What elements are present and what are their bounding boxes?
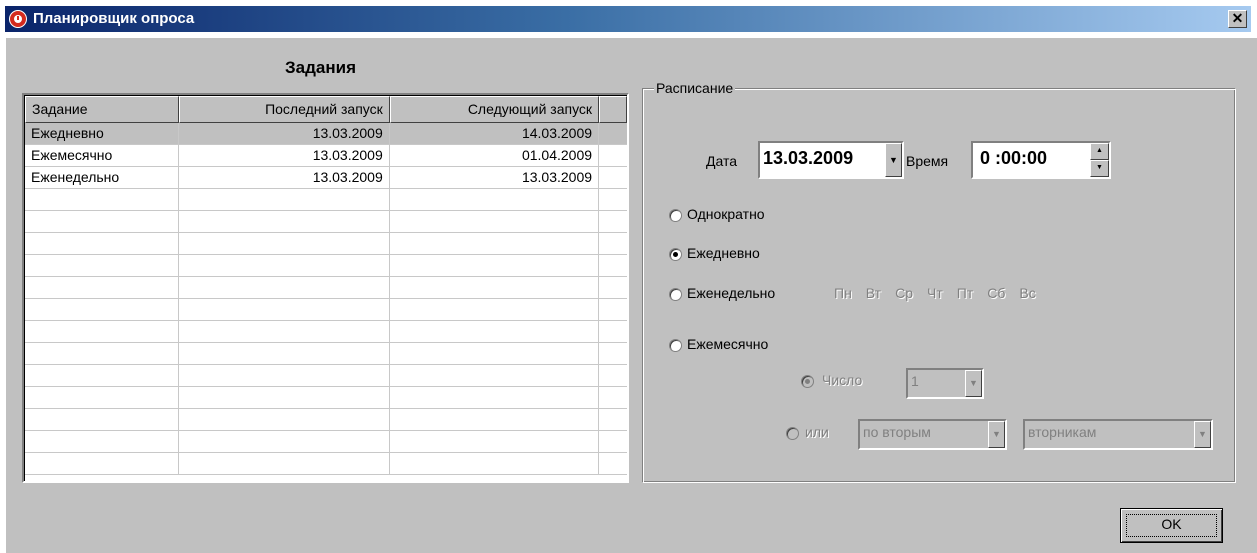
time-spinner[interactable]: 0 :00:00 ▲ ▼ bbox=[971, 141, 1111, 179]
table-row-empty[interactable] bbox=[25, 211, 627, 233]
title-bar-caption[interactable]: Планировщик опроса ✕ bbox=[5, 6, 1251, 32]
task-name: Еженедельно bbox=[25, 167, 180, 188]
task-name: Ежемесячно bbox=[25, 145, 180, 166]
radio-day-number[interactable] bbox=[801, 375, 814, 388]
radio-weekly-label[interactable]: Еженедельно bbox=[687, 285, 775, 301]
column-header-filler bbox=[599, 96, 627, 123]
table-row-empty[interactable] bbox=[25, 277, 627, 299]
title-bar: Планировщик опроса ✕ bbox=[0, 0, 1257, 38]
weekday-select[interactable]: вторникам ▼ bbox=[1023, 419, 1213, 450]
weekday-sat[interactable]: Сб bbox=[987, 285, 1005, 301]
window-title: Планировщик опроса bbox=[33, 10, 195, 27]
table-row-empty[interactable] bbox=[25, 387, 627, 409]
table-row-empty[interactable] bbox=[25, 233, 627, 255]
table-row-empty[interactable] bbox=[25, 431, 627, 453]
chevron-down-icon: ▼ bbox=[889, 155, 898, 165]
chevron-down-icon: ▼ bbox=[969, 378, 978, 388]
task-next-run: 14.03.2009 bbox=[390, 123, 600, 144]
table-header: Задание Последний запуск Следующий запус… bbox=[25, 96, 627, 123]
day-number-select[interactable]: 1 ▼ bbox=[906, 368, 984, 399]
close-button[interactable]: ✕ bbox=[1228, 10, 1247, 28]
day-number-value: 1 bbox=[911, 373, 919, 389]
table-body: Ежедневно 13.03.2009 14.03.2009 Ежемесяч… bbox=[25, 123, 627, 475]
weekday-dropdown-button[interactable]: ▼ bbox=[1194, 421, 1211, 448]
radio-weekly[interactable] bbox=[669, 288, 682, 301]
table-row-empty[interactable] bbox=[25, 189, 627, 211]
weekday-thu[interactable]: Чт bbox=[927, 285, 943, 301]
radio-daily[interactable] bbox=[669, 248, 682, 261]
weekday-value: вторникам bbox=[1028, 424, 1097, 440]
focus-rectangle bbox=[1126, 514, 1217, 537]
radio-daily-label[interactable]: Ежедневно bbox=[687, 245, 760, 261]
table-row[interactable]: Ежемесячно 13.03.2009 01.04.2009 bbox=[25, 145, 627, 167]
radio-once[interactable] bbox=[669, 209, 682, 222]
ok-button[interactable]: OK bbox=[1120, 508, 1223, 543]
chevron-down-icon: ▼ bbox=[992, 429, 1001, 439]
table-row[interactable]: Еженедельно 13.03.2009 13.03.2009 bbox=[25, 167, 627, 189]
table-row-empty[interactable] bbox=[25, 365, 627, 387]
radio-monthly[interactable] bbox=[669, 339, 682, 352]
task-name: Ежедневно bbox=[25, 123, 180, 144]
date-label: Дата bbox=[706, 153, 738, 169]
table-row-empty[interactable] bbox=[25, 409, 627, 431]
task-next-run: 13.03.2009 bbox=[390, 167, 600, 188]
chevron-down-icon: ▼ bbox=[1198, 429, 1207, 439]
time-up-button[interactable]: ▲ bbox=[1090, 143, 1109, 160]
weekday-wed[interactable]: Ср bbox=[895, 285, 913, 301]
schedule-legend: Расписание bbox=[654, 80, 736, 96]
clock-icon[interactable] bbox=[9, 10, 27, 28]
task-last-run: 13.03.2009 bbox=[179, 167, 390, 188]
time-down-button[interactable]: ▼ bbox=[1090, 160, 1109, 177]
column-header-next-run[interactable]: Следующий запуск bbox=[389, 96, 600, 123]
window-frame bbox=[0, 38, 6, 553]
weekday-mon[interactable]: Пн bbox=[834, 285, 852, 301]
table-row-empty[interactable] bbox=[25, 255, 627, 277]
ordinal-select[interactable]: по вторым ▼ bbox=[858, 419, 1007, 450]
table-row-empty[interactable] bbox=[25, 343, 627, 365]
date-value: 13.03.2009 bbox=[763, 148, 854, 168]
table-row-empty[interactable] bbox=[25, 299, 627, 321]
weekday-tue[interactable]: Вт bbox=[866, 285, 881, 301]
tasks-heading: Задания bbox=[285, 58, 356, 77]
column-header-task[interactable]: Задание bbox=[25, 96, 180, 123]
date-picker[interactable]: 13.03.2009 ▼ bbox=[758, 141, 904, 179]
date-dropdown-button[interactable]: ▼ bbox=[885, 143, 902, 177]
arrow-down-icon: ▼ bbox=[1096, 164, 1103, 171]
radio-once-label[interactable]: Однократно bbox=[687, 206, 765, 222]
tasks-table[interactable]: Задание Последний запуск Следующий запус… bbox=[22, 93, 629, 483]
task-last-run: 13.03.2009 bbox=[179, 145, 390, 166]
weekday-checklist: Пн Вт Ср Чт Пт Сб Вс bbox=[834, 285, 1036, 301]
or-label: или bbox=[805, 424, 829, 440]
ordinal-value: по вторым bbox=[863, 424, 931, 440]
task-last-run: 13.03.2009 bbox=[179, 123, 390, 144]
radio-or[interactable] bbox=[786, 427, 799, 440]
radio-monthly-label[interactable]: Ежемесячно bbox=[687, 336, 768, 352]
table-row[interactable]: Ежедневно 13.03.2009 14.03.2009 bbox=[25, 123, 627, 145]
day-number-label: Число bbox=[822, 372, 863, 388]
time-label: Время bbox=[906, 153, 949, 169]
ordinal-dropdown-button[interactable]: ▼ bbox=[988, 421, 1005, 448]
weekday-fri[interactable]: Пт bbox=[957, 285, 973, 301]
close-icon: ✕ bbox=[1231, 10, 1244, 26]
table-row-empty[interactable] bbox=[25, 453, 627, 475]
column-header-last-run[interactable]: Последний запуск bbox=[179, 96, 390, 123]
arrow-up-icon: ▲ bbox=[1096, 147, 1103, 154]
table-row-empty[interactable] bbox=[25, 321, 627, 343]
weekday-sun[interactable]: Вс bbox=[1019, 285, 1035, 301]
task-next-run: 01.04.2009 bbox=[390, 145, 600, 166]
day-number-dropdown-button[interactable]: ▼ bbox=[965, 370, 982, 397]
time-value: 0 :00:00 bbox=[980, 148, 1048, 168]
